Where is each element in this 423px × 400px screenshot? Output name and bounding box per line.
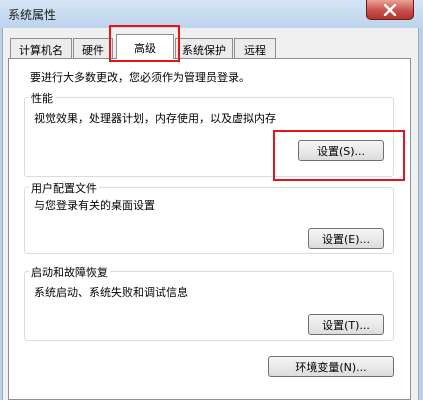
- startup-recovery-settings-button[interactable]: 设置(T)...: [308, 314, 384, 335]
- performance-group: [24, 97, 394, 177]
- tab-system-protection[interactable]: 系统保护: [175, 38, 233, 58]
- tab-computer-name[interactable]: 计算机名: [10, 38, 72, 58]
- tab-hardware[interactable]: 硬件: [73, 38, 113, 58]
- close-icon: [383, 3, 397, 16]
- startup-recovery-description: 系统启动、系统失败和调试信息: [34, 286, 188, 299]
- admin-note: 要进行大多数更改，您必须作为管理员登录。: [30, 71, 250, 84]
- startup-recovery-group-title: 启动和故障恢复: [29, 264, 110, 280]
- close-button[interactable]: [366, 0, 414, 20]
- user-profiles-group-title: 用户配置文件: [29, 180, 99, 196]
- tab-remote[interactable]: 远程: [234, 38, 276, 58]
- environment-variables-button[interactable]: 环境变量(N)...: [268, 356, 394, 377]
- window-title: 系统属性: [8, 8, 57, 22]
- user-profiles-description: 与您登录有关的桌面设置: [34, 199, 155, 212]
- performance-description: 视觉效果，处理器计划，内存使用，以及虚拟内存: [34, 112, 276, 125]
- performance-group-title: 性能: [29, 90, 55, 106]
- performance-settings-button[interactable]: 设置(S)...: [298, 140, 384, 161]
- tab-advanced[interactable]: 高级: [116, 34, 174, 59]
- title-bar[interactable]: [0, 0, 423, 28]
- user-profiles-settings-button[interactable]: 设置(E)...: [308, 228, 384, 249]
